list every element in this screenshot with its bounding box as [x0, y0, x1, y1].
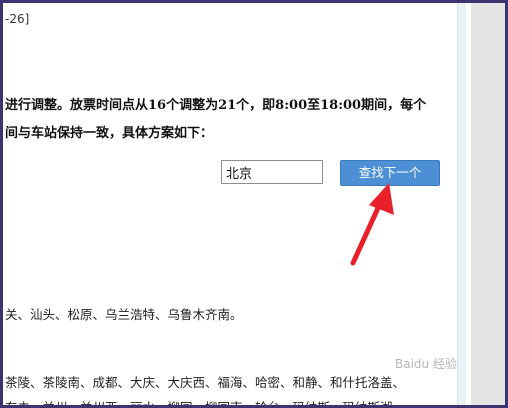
paragraph-line-1: 进行调整。放票时间点从16个调整为21个，即8:00至18:00期间，每个 — [5, 98, 427, 113]
scroll-track[interactable] — [457, 3, 466, 405]
paragraph-line-2: 间与车站保持一致，具体方案如下： — [5, 126, 214, 141]
red-arrow-icon — [350, 183, 394, 266]
watermark: Baidu 经验 — [395, 357, 457, 371]
station-list-line-3: 东去、兰州、兰州西、丽水、柳园、柳园南、轮台、玛纳斯、玛纳斯湖 — [5, 397, 393, 405]
document-page: -26] 进行调整。放票时间点从16个调整为21个，即8:00至18:00期间，… — [3, 3, 505, 405]
reference-text: -26] — [5, 12, 30, 26]
find-input[interactable] — [221, 160, 323, 184]
station-list-line-2: 茶陵、茶陵南、成都、大庆、大庆西、福海、哈密、和静、和什托洛盖、 — [5, 375, 406, 390]
station-list-line-1: 关、汕头、松原、乌兰浩特、乌鲁木齐南。 — [5, 307, 243, 322]
right-gutter — [471, 3, 505, 405]
